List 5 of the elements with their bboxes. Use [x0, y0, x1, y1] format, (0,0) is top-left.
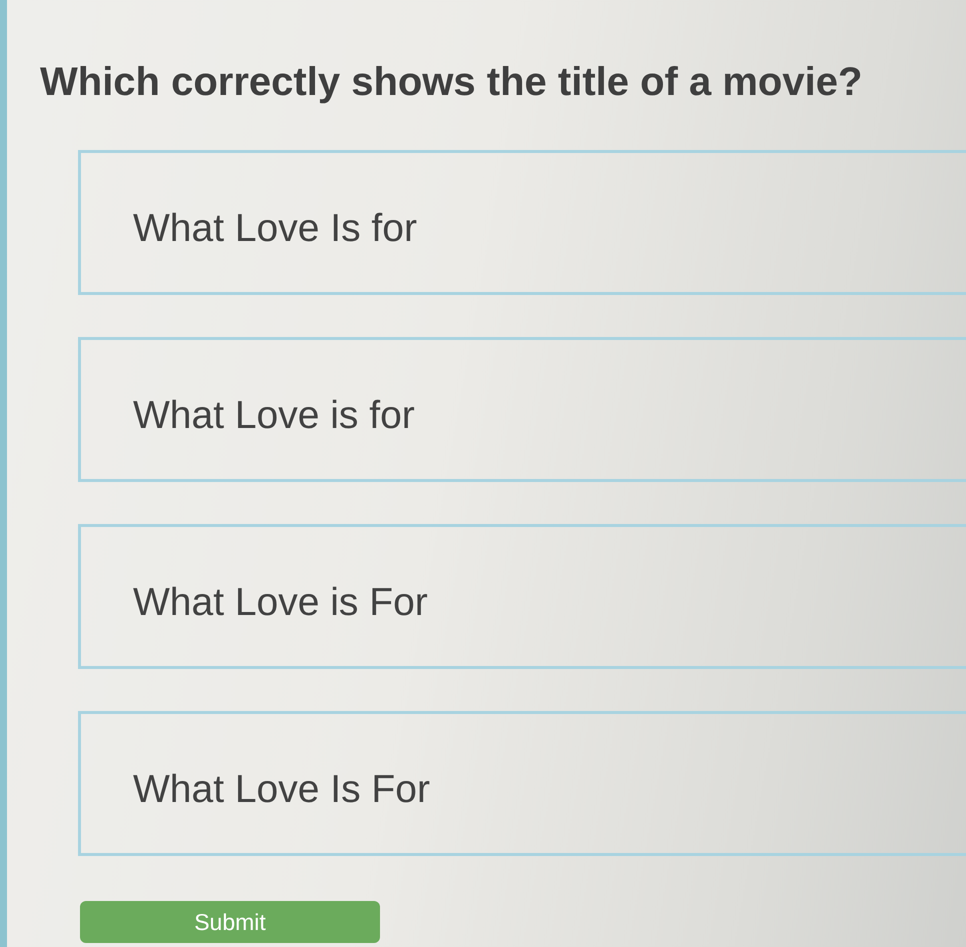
answer-option[interactable]: What Love is for — [78, 337, 966, 482]
answer-option[interactable]: What Love Is for — [78, 150, 966, 295]
question-text: Which correctly shows the title of a movie? — [40, 59, 862, 106]
answer-option[interactable]: What Love is For — [78, 524, 966, 669]
answer-option[interactable]: What Love Is For — [78, 711, 966, 856]
